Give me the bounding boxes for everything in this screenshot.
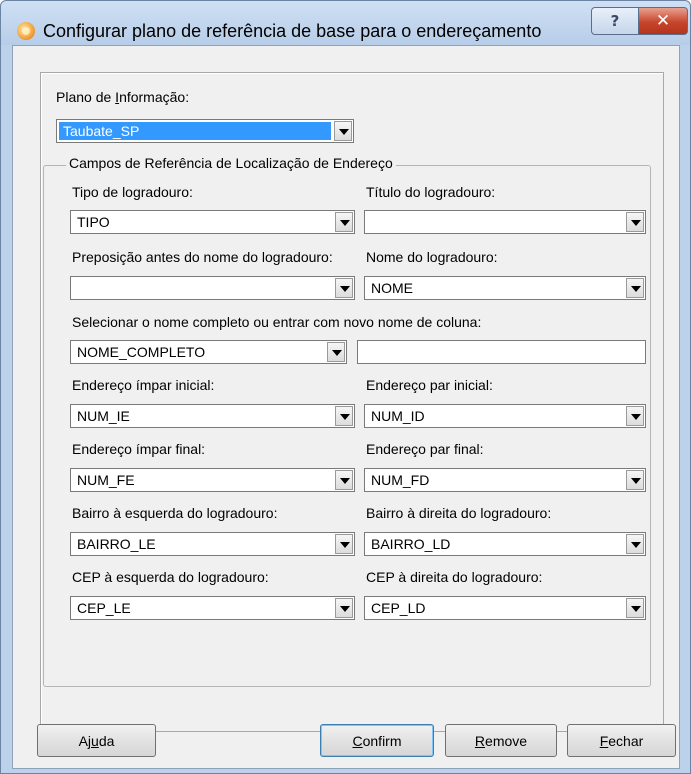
chevron-down-icon[interactable] — [335, 534, 353, 554]
help-button[interactable]: ? — [591, 7, 639, 35]
dialog-window: Configurar plano de referência de base p… — [0, 0, 691, 774]
window-title: Configurar plano de referência de base p… — [43, 21, 542, 41]
bairro-dir-select[interactable]: BAIRRO_LD — [364, 532, 646, 556]
nome-completo-select-value: NOME_COMPLETO — [77, 344, 206, 360]
chevron-down-icon[interactable] — [335, 406, 353, 426]
impar-inicial-select[interactable]: NUM_IE — [70, 404, 355, 428]
close-dialog-button[interactable]: Fechar — [567, 724, 676, 757]
nome-completo-label: Selecionar o nome completo ou entrar com… — [72, 314, 482, 330]
confirm-label: Confirm — [352, 733, 401, 749]
close-icon: ✕ — [655, 11, 671, 31]
cep-dir-label: CEP à direita do logradouro: — [366, 569, 543, 585]
nome-label: Nome do logradouro: — [366, 249, 498, 265]
new-column-name-input[interactable] — [357, 340, 646, 364]
par-final-select[interactable]: NUM_FD — [364, 468, 646, 492]
cep-esq-select[interactable]: CEP_LE — [70, 596, 355, 620]
chevron-down-icon[interactable] — [626, 278, 644, 298]
help-text-button[interactable]: Ajuda — [37, 724, 156, 757]
chevron-down-icon[interactable] — [626, 598, 644, 618]
app-logo-icon — [17, 22, 35, 40]
impar-inicial-label: Endereço ímpar inicial: — [72, 377, 215, 393]
confirm-label-accel: C — [352, 732, 363, 749]
titulo-label: Título do logradouro: — [366, 184, 496, 200]
chevron-down-icon[interactable] — [626, 212, 644, 232]
plano-select[interactable]: Taubate_SP — [56, 119, 354, 143]
impar-inicial-select-value: NUM_IE — [77, 408, 130, 424]
chevron-down-icon[interactable] — [335, 278, 353, 298]
plano-label-pre: Plano de — [56, 89, 116, 105]
chevron-down-icon[interactable] — [626, 470, 644, 490]
impar-final-label: Endereço ímpar final: — [72, 441, 206, 457]
fechar-label: Fechar — [600, 733, 644, 749]
confirm-button[interactable]: Confirm — [320, 724, 434, 757]
remove-label-accel: R — [474, 732, 486, 749]
remove-button[interactable]: Remove — [445, 724, 557, 757]
chevron-down-icon[interactable] — [327, 342, 345, 362]
par-inicial-select[interactable]: NUM_ID — [364, 404, 646, 428]
par-final-select-value: NUM_FD — [371, 472, 430, 488]
cep-esq-label: CEP à esquerda do logradouro: — [72, 569, 269, 585]
close-button[interactable]: ✕ — [638, 7, 688, 35]
chevron-down-icon[interactable] — [335, 470, 353, 490]
group-title: Campos de Referência de Localização de E… — [66, 155, 396, 171]
help-icon: ? — [610, 12, 620, 30]
plano-label: Plano de Informação: — [56, 89, 189, 105]
ajuda-label: Ajuda — [79, 733, 115, 749]
chevron-down-icon[interactable] — [626, 406, 644, 426]
par-inicial-label: Endereço par inicial: — [366, 377, 493, 393]
plano-select-value: Taubate_SP — [59, 122, 331, 140]
impar-final-select[interactable]: NUM_FE — [70, 468, 355, 492]
title-bar[interactable]: Configurar plano de referência de base p… — [1, 1, 690, 45]
cep-esq-select-value: CEP_LE — [77, 600, 131, 616]
cep-dir-select[interactable]: CEP_LD — [364, 596, 646, 620]
bairro-dir-label: Bairro à direita do logradouro: — [366, 505, 552, 521]
confirm-label-post: onfirm — [362, 732, 402, 749]
bairro-dir-select-value: BAIRRO_LD — [371, 536, 451, 552]
bairro-esq-label: Bairro à esquerda do logradouro: — [72, 505, 278, 521]
nome-select-value: NOME — [371, 280, 413, 296]
ajuda-label-post: da — [98, 732, 115, 749]
chevron-down-icon[interactable] — [626, 534, 644, 554]
fechar-label-accel: F — [599, 732, 609, 749]
nome-select[interactable]: NOME — [364, 276, 646, 300]
ajuda-label-accel: u — [91, 732, 99, 749]
impar-final-select-value: NUM_FE — [77, 472, 135, 488]
titulo-select[interactable] — [364, 210, 646, 234]
ajuda-label-pre: Aj — [78, 732, 92, 749]
tipo-label: Tipo de logradouro: — [72, 184, 193, 200]
nome-completo-select[interactable]: NOME_COMPLETO — [70, 340, 347, 364]
plano-label-post: nformação: — [119, 89, 190, 105]
fechar-label-post: echar — [608, 732, 644, 749]
preposicao-label: Preposição antes do nome do logradouro: — [72, 249, 333, 265]
remove-label: Remove — [475, 733, 527, 749]
par-final-label: Endereço par final: — [366, 441, 484, 457]
bairro-esq-select-value: BAIRRO_LE — [77, 536, 156, 552]
cep-dir-select-value: CEP_LD — [371, 600, 426, 616]
tipo-select-value: TIPO — [77, 214, 110, 230]
remove-label-post: emove — [485, 732, 528, 749]
chevron-down-icon[interactable] — [335, 598, 353, 618]
bairro-esq-select[interactable]: BAIRRO_LE — [70, 532, 355, 556]
tipo-select[interactable]: TIPO — [70, 210, 355, 234]
chevron-down-icon[interactable] — [334, 121, 352, 141]
par-inicial-select-value: NUM_ID — [371, 408, 425, 424]
preposicao-select[interactable] — [70, 276, 355, 300]
chevron-down-icon[interactable] — [335, 212, 353, 232]
